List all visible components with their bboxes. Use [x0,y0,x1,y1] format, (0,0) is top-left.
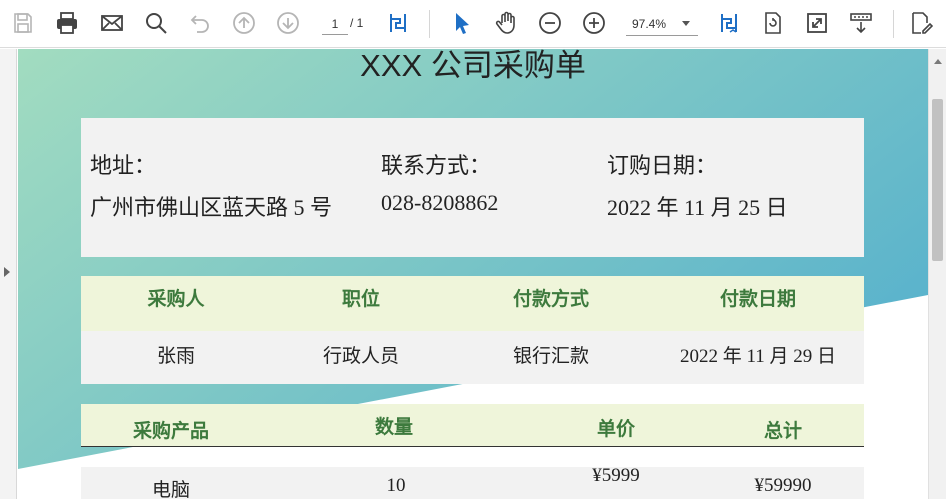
print-icon[interactable] [52,8,82,38]
header-product: 采购产品 [132,421,209,442]
rotate-icon[interactable] [758,8,788,38]
scroll-up-icon[interactable] [934,59,942,64]
header-payment-date: 付款日期 [719,289,796,310]
info-card: 地址： 广州市佛山区蓝天路 5 号 联系方式： 028-8208862 订购日期… [81,118,864,257]
header-buyer: 采购人 [147,289,205,310]
fit-page-icon[interactable] [383,8,413,38]
address-label: 地址： [90,153,157,178]
total-cell: ¥59990 [754,475,812,496]
sidebar-strip [0,49,17,499]
products-table-header: 采购产品 数量 单价 总计 [81,404,864,447]
header-payment-method: 付款方式 [512,289,589,310]
email-icon[interactable] [97,8,127,38]
zoom-value: 97.4% [632,16,667,31]
undo-icon[interactable] [185,8,215,38]
order-date-value: 2022 年 11 月 25 日 [607,195,788,220]
quantity-cell: 10 [386,475,406,496]
hand-icon[interactable] [491,8,521,38]
address-value: 广州市佛山区蓝天路 5 号 [90,195,333,220]
product-cell: 电脑 [151,480,190,499]
sidebar-toggle-icon[interactable] [4,267,10,277]
prev-page-icon[interactable] [229,8,259,38]
buyer-cell: 张雨 [156,346,195,367]
page-total: / 1 [350,16,364,30]
zoom-out-icon[interactable] [535,8,565,38]
fit-width-icon[interactable] [714,8,744,38]
toolbar-separator [429,10,430,38]
header-position: 职位 [341,289,380,310]
table-row: 张雨 行政人员 银行汇款 2022 年 11 月 29 日 [81,331,864,384]
unit-price-cell: ¥5999 [592,465,640,486]
scroll-thumb[interactable] [932,99,943,261]
save-icon[interactable] [8,8,38,38]
payment-date-cell: 2022 年 11 月 29 日 [679,346,837,367]
page-number-input[interactable] [322,13,348,35]
scroll-mode-icon[interactable] [846,8,876,38]
toolbar-separator [893,10,894,38]
edit-icon[interactable] [906,8,936,38]
zoom-select[interactable]: 97.4% [626,12,698,36]
chevron-down-icon [682,21,690,26]
contact-value: 028-8208862 [381,190,499,215]
header-unit-price: 单价 [596,419,635,440]
table-row: 电脑 10 ¥5999 ¥59990 [81,465,864,499]
document-page: XXX 公司采购单 地址： 广州市佛山区蓝天路 5 号 联系方式： 028-82… [18,49,928,499]
payment-method-cell: 银行汇款 [512,346,589,367]
table-divider [81,446,864,447]
position-cell: 行政人员 [322,346,399,367]
fullscreen-icon[interactable] [802,8,832,38]
purchase-info-table: 采购人 职位 付款方式 付款日期 张雨 行政人员 银行汇款 2022 年 11 … [81,276,864,384]
zoom-in-icon[interactable] [579,8,609,38]
document-title: XXX 公司采购单 [360,49,586,83]
header-quantity: 数量 [374,417,413,438]
contact-label: 联系方式： [381,153,492,178]
order-date-label: 订购日期： [607,153,718,178]
search-icon[interactable] [141,8,171,38]
select-icon[interactable] [447,8,477,38]
header-total: 总计 [763,421,802,442]
toolbar: / 1 97.4% [0,0,946,48]
vertical-scrollbar[interactable] [928,49,946,499]
next-page-icon[interactable] [273,8,303,38]
table-header-row: 采购人 职位 付款方式 付款日期 [81,276,864,331]
